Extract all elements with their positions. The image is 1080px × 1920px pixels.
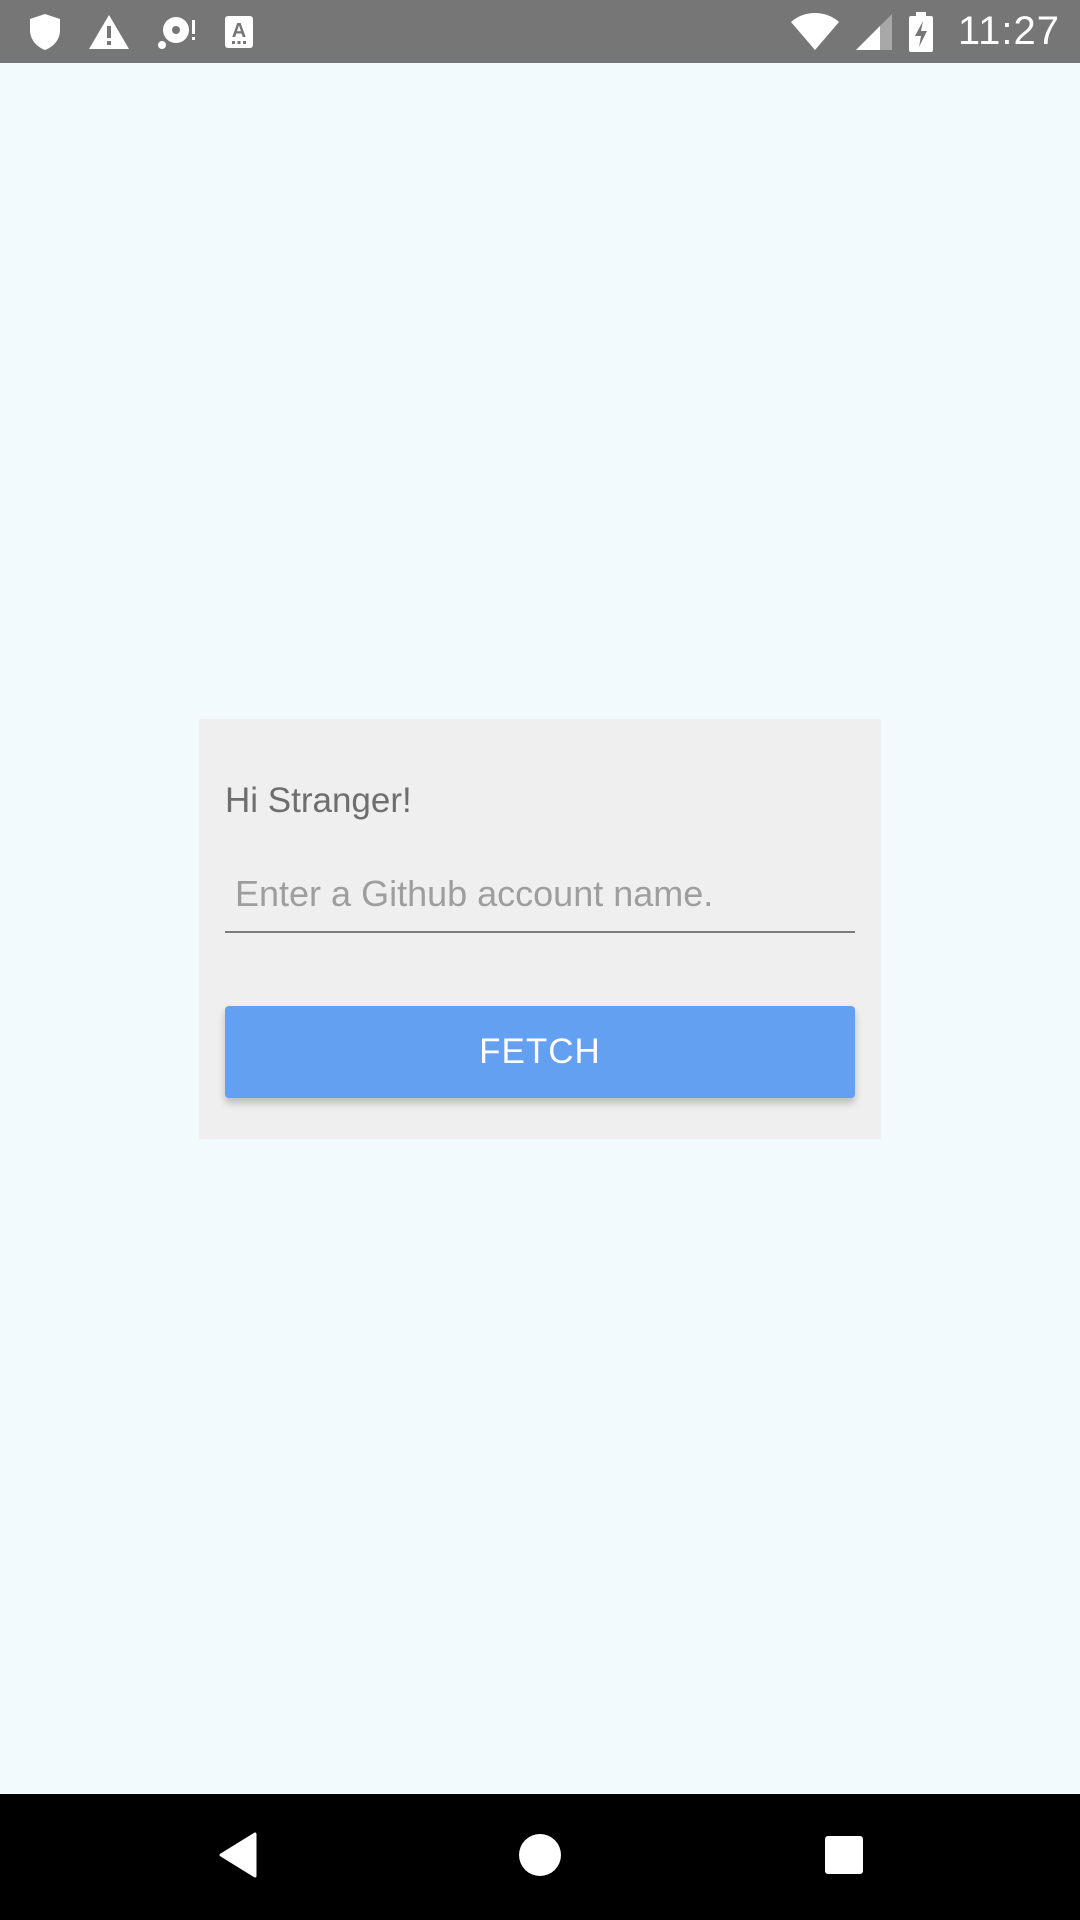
app-content: Hi Stranger! FETCH bbox=[0, 63, 1080, 1794]
status-time: 11:27 bbox=[957, 9, 1060, 53]
recents-button[interactable] bbox=[774, 1794, 914, 1920]
back-button[interactable] bbox=[167, 1794, 307, 1920]
greeting-text: Hi Stranger! bbox=[225, 781, 412, 820]
status-left-icons: A bbox=[28, 0, 254, 63]
navigation-bar bbox=[0, 1794, 1080, 1920]
warning-icon bbox=[88, 14, 130, 50]
cellular-signal-icon bbox=[854, 12, 894, 52]
keyboard-a-icon: A bbox=[224, 15, 254, 49]
battery-charging-icon bbox=[908, 11, 934, 53]
status-right-icons: 11:27 bbox=[790, 0, 1060, 63]
fetch-card: Hi Stranger! FETCH bbox=[199, 719, 881, 1139]
status-bar: A 11:27 bbox=[0, 0, 1080, 63]
wifi-icon bbox=[790, 12, 840, 52]
shield-icon bbox=[28, 13, 62, 51]
fetch-button[interactable]: FETCH bbox=[225, 1006, 855, 1098]
svg-text:A: A bbox=[232, 20, 246, 42]
github-account-input[interactable] bbox=[225, 857, 855, 933]
home-icon bbox=[518, 1833, 562, 1882]
media-notification-icon bbox=[156, 14, 198, 50]
back-icon bbox=[217, 1832, 257, 1883]
home-button[interactable] bbox=[470, 1794, 610, 1920]
recents-icon bbox=[824, 1835, 864, 1880]
